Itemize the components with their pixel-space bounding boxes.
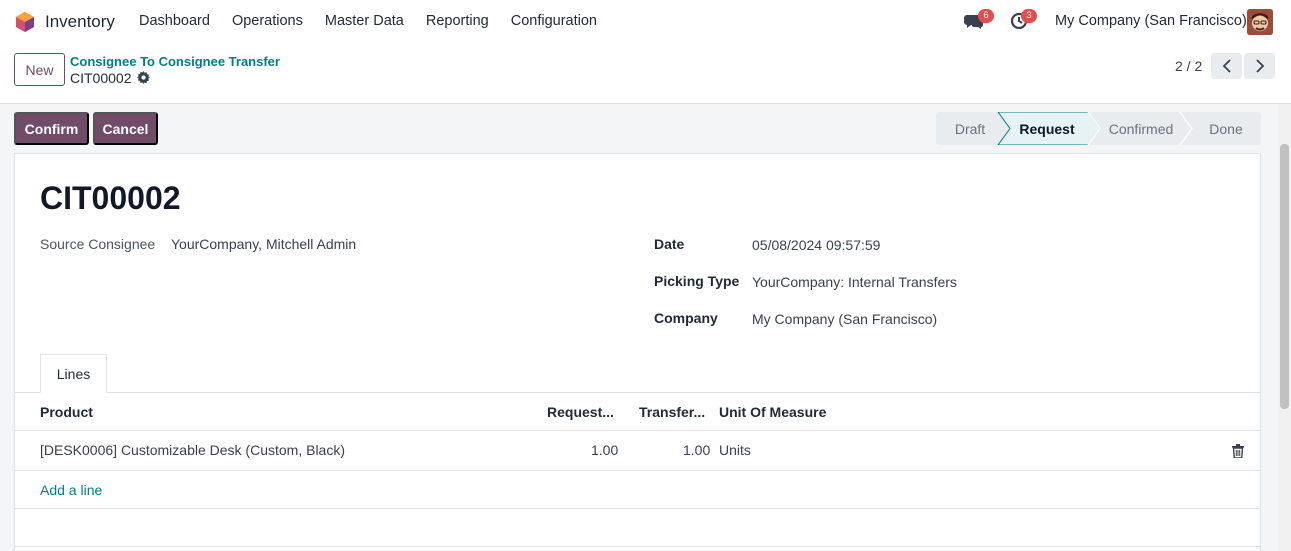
header-row-divider	[15, 430, 1260, 431]
main-menu: Dashboard Operations Master Data Reporti…	[139, 13, 619, 29]
new-button[interactable]: New	[14, 53, 65, 86]
breadcrumb-current: CIT00002	[70, 70, 132, 86]
scrollbar-thumb[interactable]	[1280, 144, 1289, 409]
chat-count-badge: 6	[978, 9, 994, 23]
menu-master-data[interactable]: Master Data	[325, 13, 404, 29]
picking-type-label: Picking Type	[654, 273, 740, 289]
tab-lines[interactable]: Lines	[40, 354, 107, 393]
column-header-product[interactable]: Product	[40, 404, 93, 420]
source-consignee-value[interactable]: YourCompany, Mitchell Admin	[171, 236, 356, 252]
app-name[interactable]: Inventory	[45, 12, 115, 32]
line-product[interactable]: [DESK0006] Customizable Desk (Custom, Bl…	[40, 442, 345, 458]
company-label: Company	[654, 310, 718, 326]
row-divider-empty	[15, 546, 1260, 547]
user-avatar[interactable]	[1247, 9, 1273, 35]
date-value[interactable]: 05/08/2024 09:57:59	[752, 237, 880, 253]
activity-count-badge: 3	[1021, 9, 1037, 23]
pager-previous-button[interactable]	[1211, 53, 1242, 79]
trash-icon[interactable]	[1232, 444, 1244, 458]
record-title: CIT00002	[40, 180, 181, 216]
menu-operations[interactable]: Operations	[232, 13, 303, 29]
breadcrumb-parent-link[interactable]: Consignee To Consignee Transfer	[70, 54, 280, 69]
pager-value[interactable]: 2 / 2	[1175, 58, 1202, 74]
form-sheet: CIT00002 Source Consignee YourCompany, M…	[14, 153, 1261, 551]
avatar-face-icon	[1247, 9, 1273, 35]
row-divider	[15, 470, 1260, 471]
company-switcher[interactable]: My Company (San Francisco)	[1055, 13, 1247, 29]
chevron-right-icon	[1255, 59, 1264, 73]
stage-done[interactable]: Done	[1188, 112, 1264, 145]
date-label: Date	[654, 236, 685, 252]
line-requested-qty[interactable]: 1.00	[591, 442, 618, 458]
column-header-uom[interactable]: Unit Of Measure	[719, 404, 826, 420]
tabs-divider	[15, 392, 1260, 393]
top-navbar: Inventory Dashboard Operations Master Da…	[0, 0, 1291, 44]
source-consignee-label: Source Consignee	[40, 236, 156, 252]
cancel-button[interactable]: Cancel	[93, 112, 158, 145]
chevron-left-icon	[1222, 59, 1231, 73]
company-value[interactable]: My Company (San Francisco)	[752, 311, 937, 327]
add-line-link[interactable]: Add a line	[40, 482, 102, 498]
stage-request[interactable]: Request	[1006, 112, 1088, 145]
pager-next-button[interactable]	[1244, 53, 1275, 79]
menu-configuration[interactable]: Configuration	[511, 13, 597, 29]
column-header-transferred[interactable]: Transfer...	[639, 404, 705, 420]
gear-icon[interactable]	[137, 71, 150, 84]
menu-dashboard[interactable]: Dashboard	[139, 13, 210, 29]
row-divider-bottom	[15, 508, 1260, 509]
column-header-requested[interactable]: Request...	[547, 404, 614, 420]
line-uom[interactable]: Units	[719, 442, 751, 458]
menu-reporting[interactable]: Reporting	[426, 13, 489, 29]
inventory-app-icon[interactable]	[14, 11, 36, 33]
stage-draft[interactable]: Draft	[936, 112, 1004, 145]
line-transferred-qty[interactable]: 1.00	[683, 442, 710, 458]
page-scrollbar[interactable]	[1278, 104, 1291, 551]
status-bar: Draft Request Confirmed Done	[936, 112, 1261, 145]
stage-confirmed[interactable]: Confirmed	[1096, 112, 1186, 145]
picking-type-value[interactable]: YourCompany: Internal Transfers	[752, 274, 957, 290]
confirm-button[interactable]: Confirm	[14, 112, 89, 145]
